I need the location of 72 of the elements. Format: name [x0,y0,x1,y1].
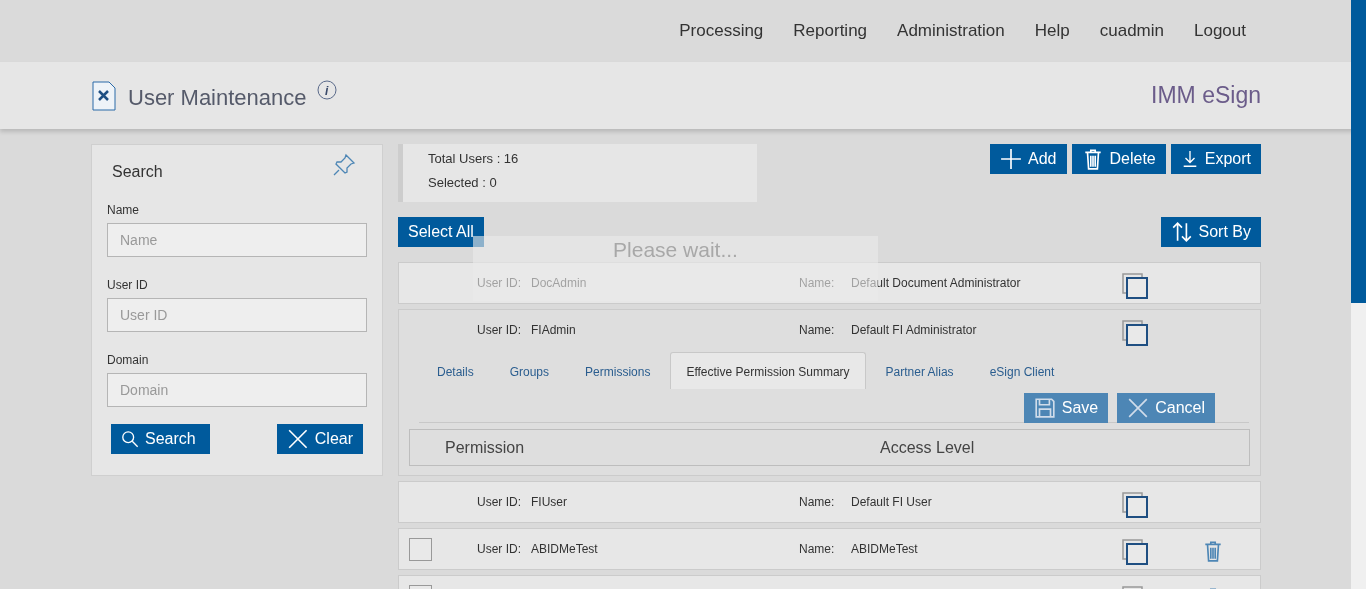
copy-icon[interactable] [1122,491,1148,518]
action-button[interactable]: Export [1170,144,1261,174]
tab[interactable]: Partner Alias [869,352,970,389]
user-name: Default Document Administrator [851,276,1022,290]
tab[interactable]: Groups [493,352,566,389]
row-checkbox[interactable] [409,537,432,561]
field-label: Name: [799,542,836,556]
nav-link[interactable]: Processing [679,21,764,41]
nav-link[interactable]: Logout [1194,21,1246,41]
loading-text: Please wait... [613,239,738,261]
field-label: Name: [799,495,836,509]
nav-link[interactable]: Administration [897,21,1005,41]
document-tools-icon [92,80,116,111]
field-label: User ID: [477,276,522,290]
user-id: ABIDMeTest [531,542,599,556]
field-label: Name: [799,323,836,337]
plus-icon [1000,148,1023,170]
user-name: Default FI User [851,495,933,509]
info-icon[interactable]: i [316,79,337,100]
selected-count: Selected : 0 [428,175,498,190]
text-field[interactable]: User ID [107,298,367,332]
field-label: Domain [107,353,150,367]
user-name: Default FI Administrator [851,323,978,337]
brand-name: IMM eSign [1151,82,1261,109]
tab[interactable]: Details [421,352,490,389]
copy-icon[interactable] [1122,272,1148,299]
field-label: User ID: [477,542,522,556]
user-card[interactable]: User ID: ABIDMeTest Name: ABIDMeTest [398,528,1261,570]
nav-link[interactable]: Help [1034,21,1070,41]
sort-icon [1170,221,1193,243]
user-id: DocAdmin [531,276,588,290]
close-icon [1127,397,1150,419]
tab[interactable]: Effective Permission Summary [670,352,866,389]
text-field[interactable]: Domain [107,373,367,407]
field-label: User ID: [477,323,522,337]
search-button[interactable]: Search [111,424,210,454]
action-button[interactable]: Delete [1071,144,1166,174]
column-header: Access Level [880,438,976,457]
user-id: FIUser [531,495,568,509]
nav-link[interactable]: cuadmin [1099,21,1164,41]
scroll-thumb[interactable] [1351,0,1366,303]
trash-icon [1202,539,1224,562]
field-label: User ID [107,278,149,292]
user-card[interactable]: User ID: DocAdmin Name: Default Document Administrator [398,262,1261,304]
page-title: User Maintenance [128,84,307,111]
user-id: FIAdmin [531,323,577,337]
tab[interactable]: Permissions [569,352,667,389]
sort-button[interactable]: Sort By [1160,217,1261,247]
select-all-button[interactable]: Select All [398,217,484,247]
tab[interactable]: eSign Client [973,352,1071,389]
search-icon [121,430,139,448]
scrollbar[interactable] [1351,0,1366,589]
close-icon [287,428,309,450]
copy-icon[interactable] [1122,319,1148,346]
text-field[interactable]: Name [107,223,367,257]
pin-icon[interactable] [332,153,356,177]
nav-link[interactable]: Reporting [793,21,868,41]
clear-button[interactable]: Clear [277,424,363,454]
save-icon [1033,397,1056,419]
cancel-button[interactable]: Cancel [1117,393,1215,423]
total-users: Total Users : 16 [428,151,520,166]
field-label: User ID: [477,495,522,509]
save-button[interactable]: Save [1023,393,1109,423]
copy-icon[interactable] [1122,538,1148,565]
field-label: Name [107,203,140,217]
panel-title: Search [112,163,163,181]
user-card[interactable]: User ID: FIAdmin Name: Default FI Administrator Details Groups Permissions Effective Permission Summary Partner Alias eSign Client Save Cancel Permission Access Level [398,309,1261,476]
user-card[interactable]: User ID: FIUser Name: Default FI User [398,481,1261,523]
action-button[interactable]: Add [990,144,1067,174]
user-name: ABIDMeTest [851,542,919,556]
field-label: Name: [799,276,836,290]
column-header: Permission [445,438,526,457]
